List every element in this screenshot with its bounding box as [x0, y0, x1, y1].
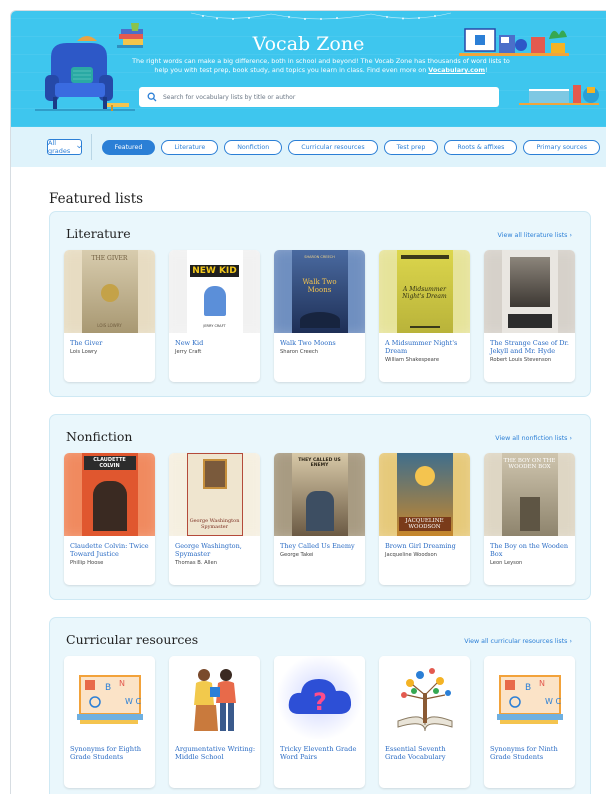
search-box[interactable] — [139, 87, 499, 107]
book-cover: CLAUDETTE COLVIN — [81, 453, 138, 536]
search-input[interactable] — [163, 93, 483, 101]
filter-divider — [91, 134, 92, 160]
tab-featured[interactable]: Featured — [101, 139, 156, 155]
hero-description: The right words can make a big differenc… — [132, 57, 510, 74]
book-cover: THEY CALLED US ENEMY — [291, 453, 348, 536]
svg-text:N: N — [539, 679, 545, 688]
book-cover: SHARON CREECH Walk Two Moons — [291, 250, 348, 333]
tab-primary-sources[interactable]: Primary sources — [523, 139, 600, 155]
word-board-illustration: BNW C — [484, 656, 575, 739]
book-card-walk-two-moons[interactable]: SHARON CREECH Walk Two Moons Walk Two Mo… — [274, 250, 365, 382]
book-card-george-washington-spymaster[interactable]: George Washington Spymaster George Washi… — [169, 453, 260, 585]
two-people-illustration — [169, 656, 260, 739]
book-card-claudette-colvin[interactable]: CLAUDETTE COLVIN Claudette Colvin: Twice… — [64, 453, 155, 585]
book-cover: A Midsummer Night's Dream — [396, 250, 453, 333]
svg-text:N: N — [119, 679, 125, 688]
literature-section: Literature View all literature lists › T… — [49, 211, 591, 397]
section-title: Literature — [66, 226, 131, 241]
book-card-they-called-us-enemy[interactable]: THEY CALLED US ENEMY They Called Us Enem… — [274, 453, 365, 585]
nonfiction-section: Nonfiction View all nonfiction lists › C… — [49, 414, 591, 600]
svg-text:W C: W C — [545, 697, 561, 706]
tab-nonfiction[interactable]: Nonfiction — [224, 139, 283, 155]
chevron-down-icon — [76, 145, 81, 149]
hero-banner: Vocab Zone The right words can make a bi… — [11, 11, 606, 127]
list-card-essential-seventh-grade-vocabulary[interactable]: Essential Seventh Grade Vocabulary — [379, 656, 470, 788]
filter-bar: All grades Featured Literature Nonfictio… — [11, 127, 606, 167]
svg-text:W C: W C — [125, 697, 141, 706]
svg-text:B: B — [105, 683, 111, 693]
view-all-literature-link[interactable]: View all literature lists › — [498, 232, 572, 239]
search-icon — [147, 92, 157, 102]
word-board-illustration: BNW C — [64, 656, 155, 739]
string-lights-decoration — [191, 12, 451, 20]
grade-dropdown[interactable]: All grades — [47, 139, 83, 155]
tab-test-prep[interactable]: Test prep — [383, 139, 439, 155]
book-cover: THE GIVER LOIS LOWRY — [81, 250, 138, 333]
book-card-brown-girl-dreaming[interactable]: JACQUELINE WOODSON Brown Girl Dreaming Ja… — [379, 453, 470, 585]
list-card-tricky-eleventh-grade-word-pairs[interactable]: ? Tricky Eleventh Grade Word Pairs — [274, 656, 365, 788]
tab-curricular-resources[interactable]: Curricular resources — [288, 139, 378, 155]
list-card-synonyms-eighth-grade[interactable]: BNW C Synonyms for Eighth Grade Students — [64, 656, 155, 788]
book-card-new-kid[interactable]: NEW KID JERRY CRAFT New Kid Jerry Craft — [169, 250, 260, 382]
book-cover — [501, 250, 558, 333]
book-cover: THE BOY ON THE WOODEN BOX — [501, 453, 558, 536]
svg-text:?: ? — [313, 688, 327, 716]
book-card-the-boy-on-the-wooden-box[interactable]: THE BOY ON THE WOODEN BOX The Boy on the… — [484, 453, 575, 585]
list-card-argumentative-writing[interactable]: Argumentative Writing: Middle School — [169, 656, 260, 788]
book-cover: JACQUELINE WOODSON — [396, 453, 453, 536]
book-cover: George Washington Spymaster — [186, 453, 243, 536]
view-all-nonfiction-link[interactable]: View all nonfiction lists › — [495, 435, 572, 442]
vocab-zone-page: Vocab Zone The right words can make a bi… — [10, 10, 606, 794]
featured-lists-heading: Featured lists — [49, 191, 144, 207]
book-tree-illustration — [379, 656, 470, 739]
book-cover: NEW KID JERRY CRAFT — [186, 250, 243, 333]
section-title: Nonfiction — [66, 429, 133, 444]
book-card-dr-jekyll-and-mr-hyde[interactable]: The Strange Case of Dr. Jekyll and Mr. H… — [484, 250, 575, 382]
list-card-synonyms-ninth-grade[interactable]: BNW C Synonyms for Ninth Grade Students — [484, 656, 575, 788]
tab-roots-affixes[interactable]: Roots & affixes — [444, 139, 518, 155]
page-title: Vocab Zone — [252, 33, 365, 55]
vocabulary-com-link[interactable]: Vocabulary.com — [428, 66, 485, 74]
curricular-resources-section: Curricular resources View all curricular… — [49, 617, 591, 794]
book-card-the-giver[interactable]: THE GIVER LOIS LOWRY The Giver Lois Lowry — [64, 250, 155, 382]
svg-text:B: B — [525, 683, 531, 693]
tab-literature[interactable]: Literature — [161, 139, 219, 155]
section-title: Curricular resources — [66, 632, 199, 647]
book-card-a-midsummer-nights-dream[interactable]: A Midsummer Night's Dream A Midsummer Ni… — [379, 250, 470, 382]
question-cloud-illustration: ? — [274, 656, 365, 739]
view-all-curricular-link[interactable]: View all curricular resources lists › — [464, 638, 572, 645]
